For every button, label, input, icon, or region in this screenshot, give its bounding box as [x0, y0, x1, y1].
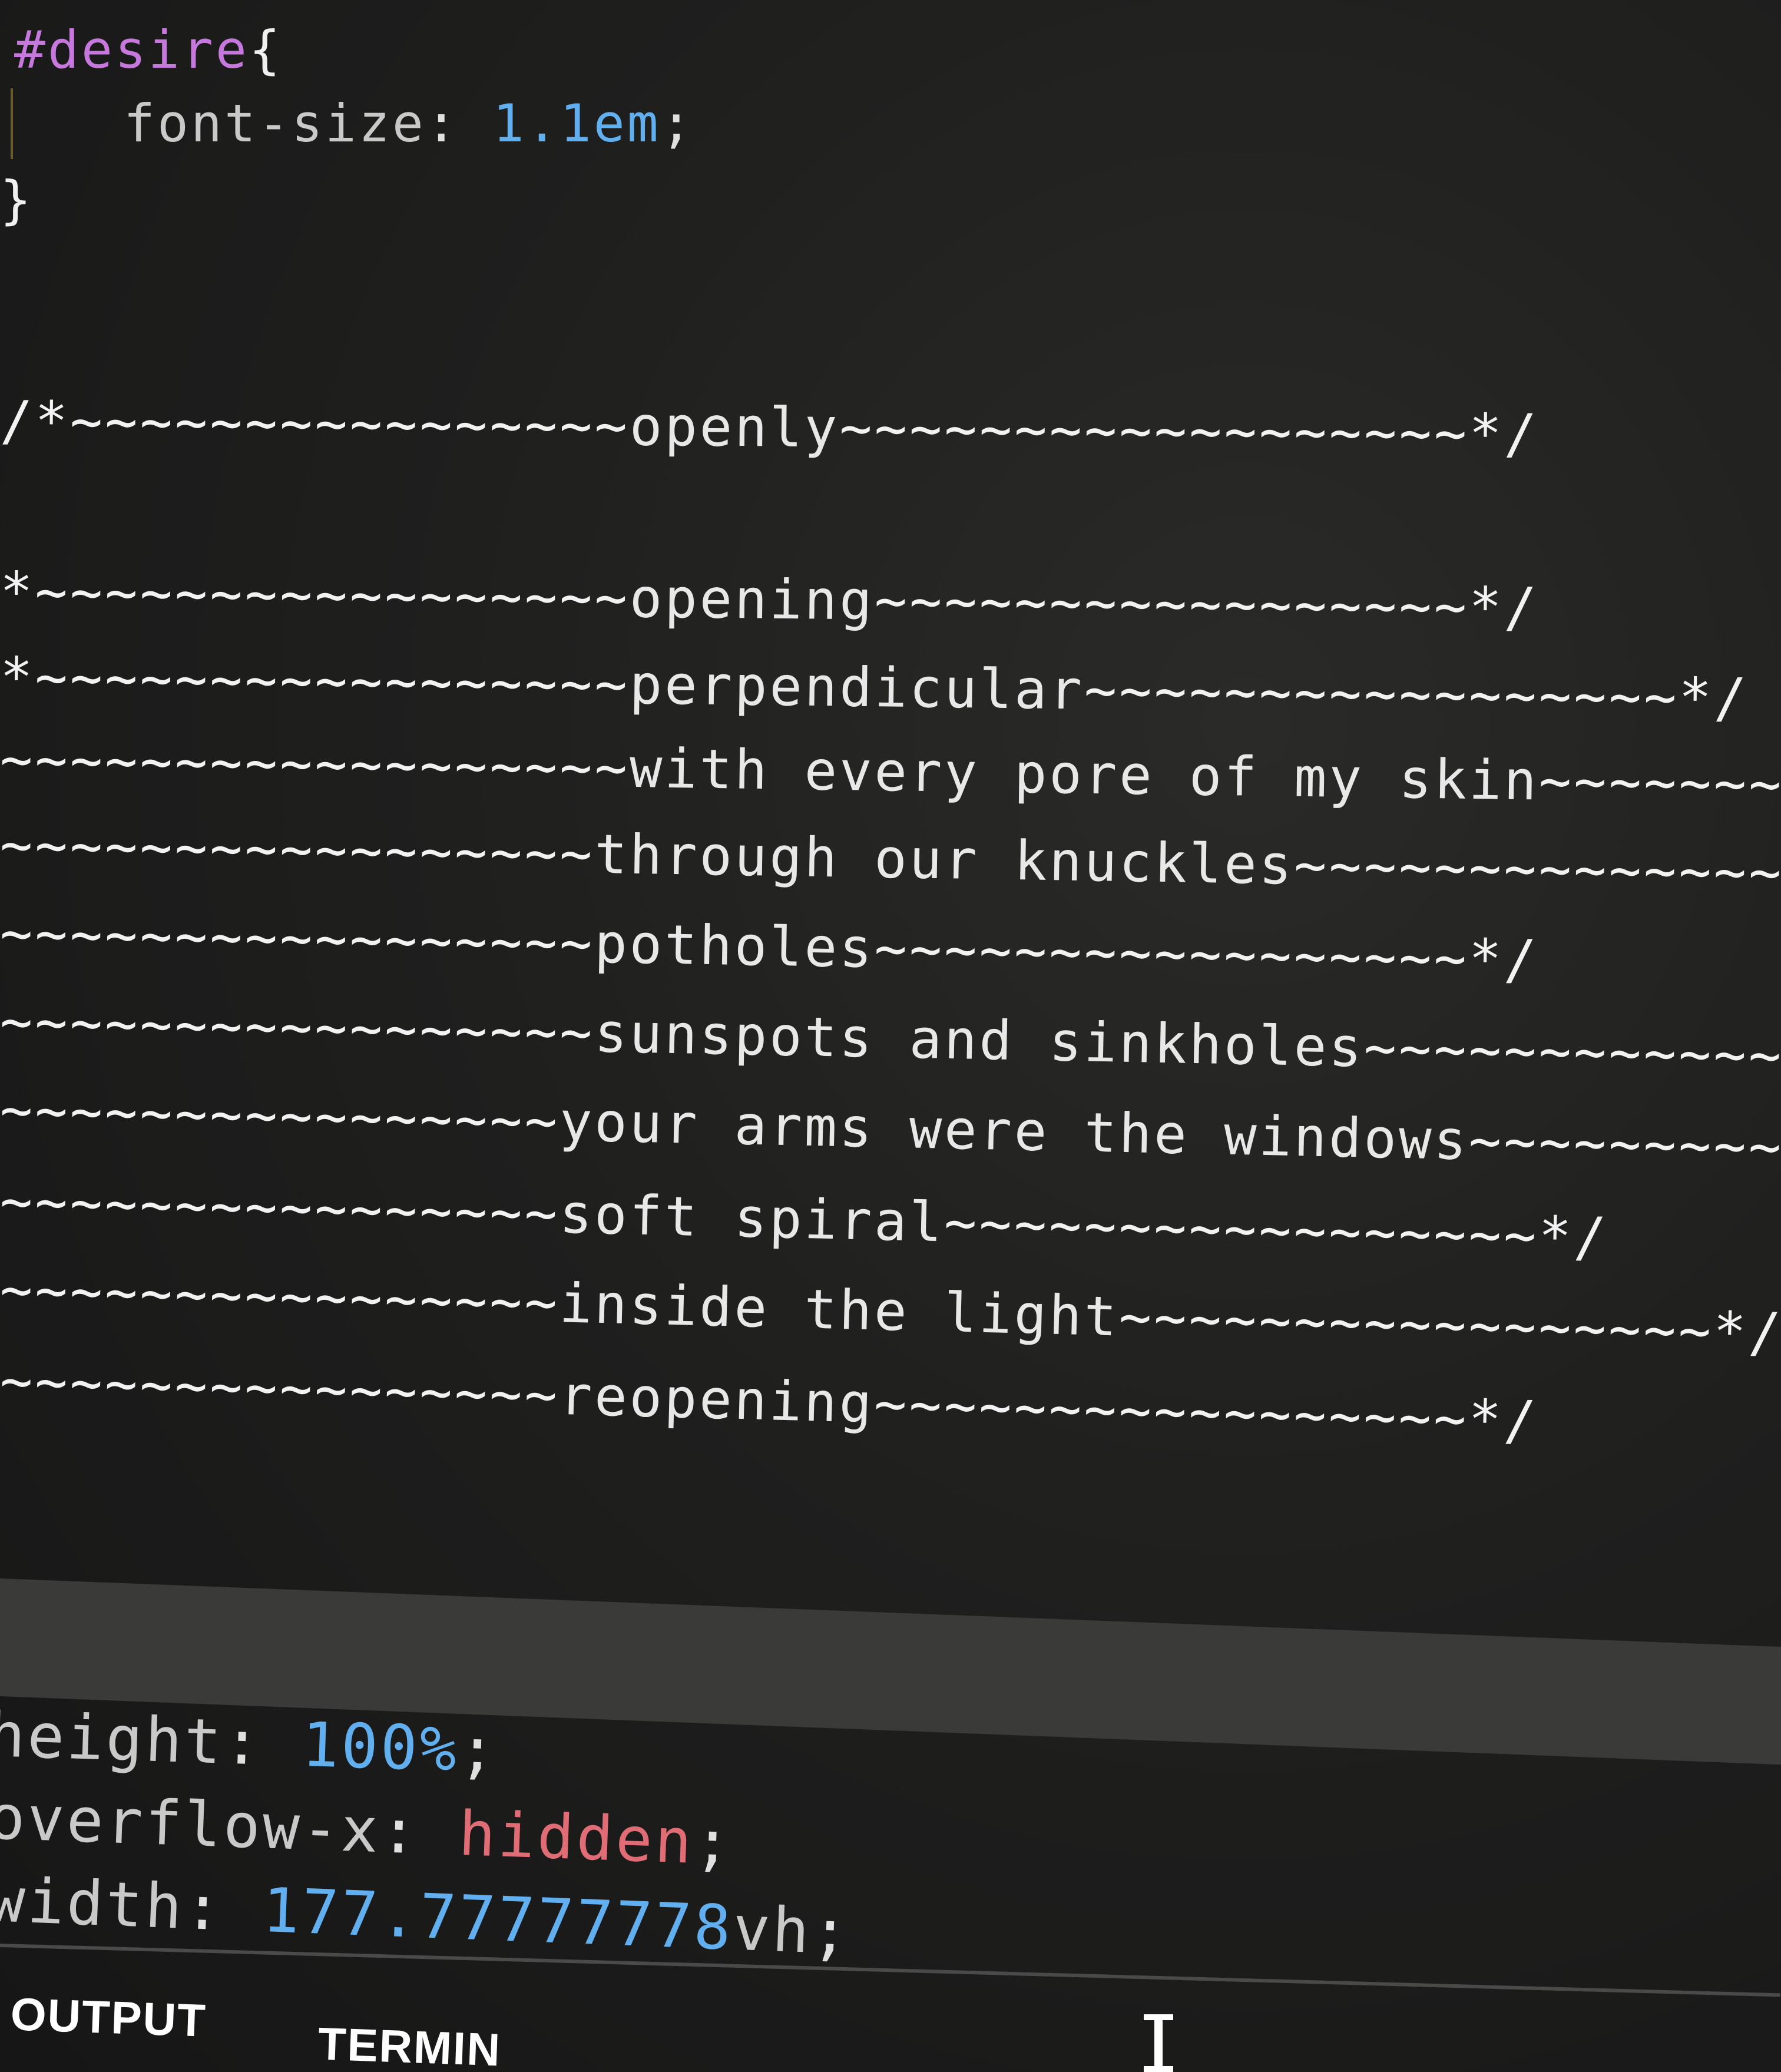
poem-text: through our knuckles: [594, 822, 1295, 897]
tab-terminal[interactable]: TERMIN: [317, 2017, 502, 2072]
css-close-brace-line[interactable]: }: [0, 168, 34, 233]
poem-line[interactable]: ~~~~~~~~~~~~~~~~inside the light~~~~~~~~…: [0, 1257, 1781, 1366]
editor-top-pane[interactable]: #desire{ font-size: 1.1em; } /*~~~~~~~~~…: [0, 0, 1781, 1578]
poem-text: sunspots and sinkholes: [594, 1001, 1365, 1080]
text-cursor-icon: [1144, 2014, 1173, 2072]
bottom-panel: OUTPUT TERMIN: [0, 1955, 1781, 2072]
indent-guide: [11, 88, 13, 159]
poem-text: your arms were the windows: [558, 1090, 1469, 1173]
poem-line[interactable]: ~~~~~~~~~~~~~~~~reopening~~~~~~~~~~~~~~~…: [0, 1349, 1540, 1454]
poem-line[interactable]: ~~~~~~~~~~~~~~~~soft spiral~~~~~~~~~~~~~…: [0, 1169, 1609, 1270]
css-declaration-height[interactable]: height: 100%;: [0, 1696, 499, 1789]
css-rule-selector-line[interactable]: #desire{: [14, 18, 283, 82]
poem-text: opening: [629, 567, 875, 633]
poem-line[interactable]: *~~~~~~~~~~~~~~~~~perpendicular~~~~~~~~~…: [0, 645, 1749, 731]
poem-text: soft spiral: [558, 1182, 945, 1255]
editor-bottom-pane[interactable]: height: 100%; overflow-x: hidden; width:…: [0, 1684, 1781, 1991]
poem-line[interactable]: ~~~~~~~~~~~~~~~~your arms were the windo…: [0, 1078, 1781, 1182]
tab-output[interactable]: OUTPUT: [10, 1987, 208, 2048]
poem-line[interactable]: ~~~~~~~~~~~~~~~~~~with every pore of my …: [0, 727, 1781, 819]
css-declaration-line[interactable]: font-size: 1.1em;: [124, 91, 694, 156]
css-colon: :: [425, 93, 459, 154]
poem-text: openly: [629, 395, 840, 460]
poem-text: inside the light: [558, 1272, 1120, 1349]
poem-text: reopening: [558, 1363, 875, 1435]
poem-text: with every pore of my skin: [629, 736, 1540, 813]
poem-line[interactable]: *~~~~~~~~~~~~~~~~~opening~~~~~~~~~~~~~~~…: [0, 560, 1540, 640]
css-selector: #desire: [14, 19, 249, 80]
css-property: font-size: [124, 93, 426, 154]
close-brace: }: [0, 170, 34, 230]
poem-text: potholes: [594, 912, 875, 980]
poem-line[interactable]: /*~~~~~~~~~~~~~~~~openly~~~~~~~~~~~~~~~~…: [0, 389, 1540, 467]
poem-line[interactable]: ~~~~~~~~~~~~~~~~~potholes~~~~~~~~~~~~~~~…: [0, 901, 1540, 993]
code-editor-screen: #desire{ font-size: 1.1em; } /*~~~~~~~~~…: [0, 0, 1781, 2072]
poem-line[interactable]: ~~~~~~~~~~~~~~~~~sunspots and sinkholes~…: [0, 989, 1781, 1091]
poem-line[interactable]: ~~~~~~~~~~~~~~~~~through our knuckles~~~…: [0, 813, 1781, 908]
open-brace: {: [249, 19, 283, 80]
css-semicolon: ;: [660, 93, 694, 154]
css-value: 1.1em: [492, 93, 661, 154]
poem-text: perpendicular: [629, 653, 1085, 722]
